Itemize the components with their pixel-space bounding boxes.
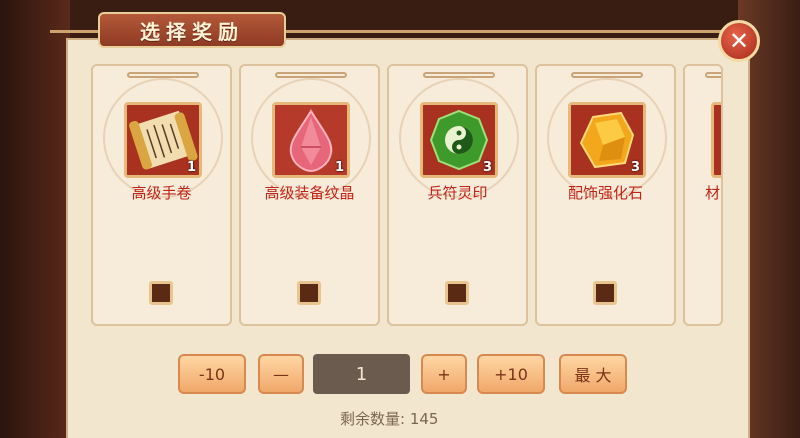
reward-card[interactable]: 1 高级手卷 <box>91 64 232 326</box>
dialog-title: 选择奖励 <box>98 12 286 48</box>
item-name: 配饰强化石 <box>567 184 643 202</box>
close-icon: ✕ <box>728 27 750 55</box>
select-checkbox[interactable] <box>445 281 469 305</box>
quantity-field[interactable]: 1 <box>313 354 410 394</box>
partial-item-icon <box>711 102 721 178</box>
max-button[interactable]: 最 大 <box>559 354 627 394</box>
reward-card[interactable]: 材 <box>683 64 723 326</box>
background-left <box>0 0 70 438</box>
yin-yang-seal-icon: 3 <box>420 102 498 178</box>
reward-card[interactable]: 3 配饰强化石 <box>535 64 676 326</box>
select-checkbox[interactable] <box>149 281 173 305</box>
reward-card[interactable]: 3 兵符灵印 <box>387 64 528 326</box>
item-count: 3 <box>630 160 640 175</box>
item-name: 高级手卷 <box>131 184 192 202</box>
remaining-count: 剩余数量: 145 <box>340 410 439 428</box>
item-name: 高级装备纹晶 <box>264 184 355 202</box>
scroll-icon: 1 <box>124 102 202 178</box>
minus-1-button[interactable]: — <box>258 354 304 394</box>
red-crystal-icon: 1 <box>272 102 350 178</box>
card-hanger <box>705 72 721 78</box>
amber-stone-icon: 3 <box>568 102 646 178</box>
item-name: 兵符灵印 <box>427 184 488 202</box>
select-checkbox[interactable] <box>593 281 617 305</box>
minus-10-button[interactable]: -10 <box>178 354 246 394</box>
close-button[interactable]: ✕ <box>718 20 760 62</box>
plus-10-button[interactable]: +10 <box>477 354 545 394</box>
reward-card[interactable]: 1 高级装备纹晶 <box>239 64 380 326</box>
plus-1-button[interactable]: + <box>421 354 467 394</box>
item-count: 1 <box>334 160 344 175</box>
select-checkbox[interactable] <box>297 281 321 305</box>
item-count: 1 <box>186 160 196 175</box>
item-name: 材 <box>705 184 721 202</box>
item-count: 3 <box>482 160 492 175</box>
